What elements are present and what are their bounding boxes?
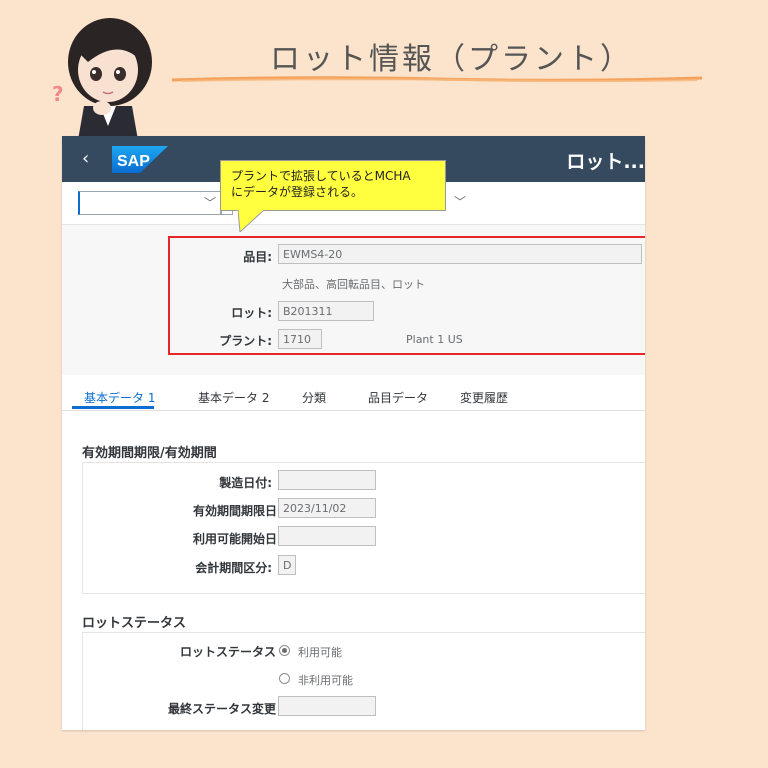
period-indicator-field[interactable]: D xyxy=(278,555,296,575)
sled-field[interactable]: 2023/11/02 xyxy=(278,498,376,518)
section-title-shelf-life: 有効期間期限/有効期間 xyxy=(82,446,217,461)
radio-unavailable[interactable] xyxy=(279,673,290,684)
available-from-label: 利用可能開始日 xyxy=(192,532,277,546)
sap-logo: SAP xyxy=(112,146,168,173)
section-title-batch-status: ロットステータス xyxy=(82,616,187,631)
tab-basic-data-1[interactable]: 基本データ 1 xyxy=(84,389,155,406)
tab-material-data[interactable]: 品目データ xyxy=(368,389,428,406)
chevron-down-icon[interactable]: ﹀ xyxy=(454,193,466,210)
callout-tail xyxy=(238,210,264,232)
highlight-box xyxy=(168,236,645,355)
chevron-down-icon: ﹀ xyxy=(203,196,216,210)
radio-available-label: 利用可能 xyxy=(298,646,342,659)
period-indicator-label: 会計期間区分: xyxy=(195,561,272,575)
callout-note: プラントで拡張しているとMCHA にデータが登録される。 xyxy=(220,160,446,211)
app-title: ロット... xyxy=(566,151,645,173)
question-mark-icon: ? xyxy=(52,82,64,106)
tab-basic-data-2[interactable]: 基本データ 2 xyxy=(198,389,269,406)
variant-dropdown[interactable]: ﹀ xyxy=(78,191,221,215)
page-title: ロット情報（プラント） xyxy=(270,42,633,77)
callout-line-2: にデータが登録される。 xyxy=(231,185,364,199)
back-button[interactable]: ‹ xyxy=(82,148,89,169)
fiori-app-window: ‹ SAP ロット... ﹀ ﹀ 品目: EWMS4-20 大部品、高回転品目、… xyxy=(62,136,645,730)
available-from-field[interactable] xyxy=(278,526,376,546)
character-illustration xyxy=(68,18,152,140)
batch-status-label: ロットステータス xyxy=(179,645,276,659)
mfg-date-label: 製造日付: xyxy=(219,476,272,490)
radio-unavailable-label: 非利用可能 xyxy=(298,674,353,687)
tab-bar: 基本データ 1 基本データ 2 分類 品目データ 変更履歴 xyxy=(62,376,645,411)
tab-classification[interactable]: 分類 xyxy=(302,389,326,406)
brush-underline xyxy=(172,76,702,82)
sled-label: 有効期間期限日 xyxy=(192,504,277,518)
last-status-change-label: 最終ステータス変更 xyxy=(167,702,276,716)
last-status-change-field[interactable] xyxy=(278,696,376,716)
active-tab-indicator xyxy=(72,406,154,409)
radio-available[interactable] xyxy=(279,645,290,656)
callout-line-1: プラントで拡張しているとMCHA xyxy=(231,169,411,183)
tab-change-history[interactable]: 変更履歴 xyxy=(460,389,508,406)
mfg-date-field[interactable] xyxy=(278,470,376,490)
svg-text:SAP: SAP xyxy=(117,153,150,170)
